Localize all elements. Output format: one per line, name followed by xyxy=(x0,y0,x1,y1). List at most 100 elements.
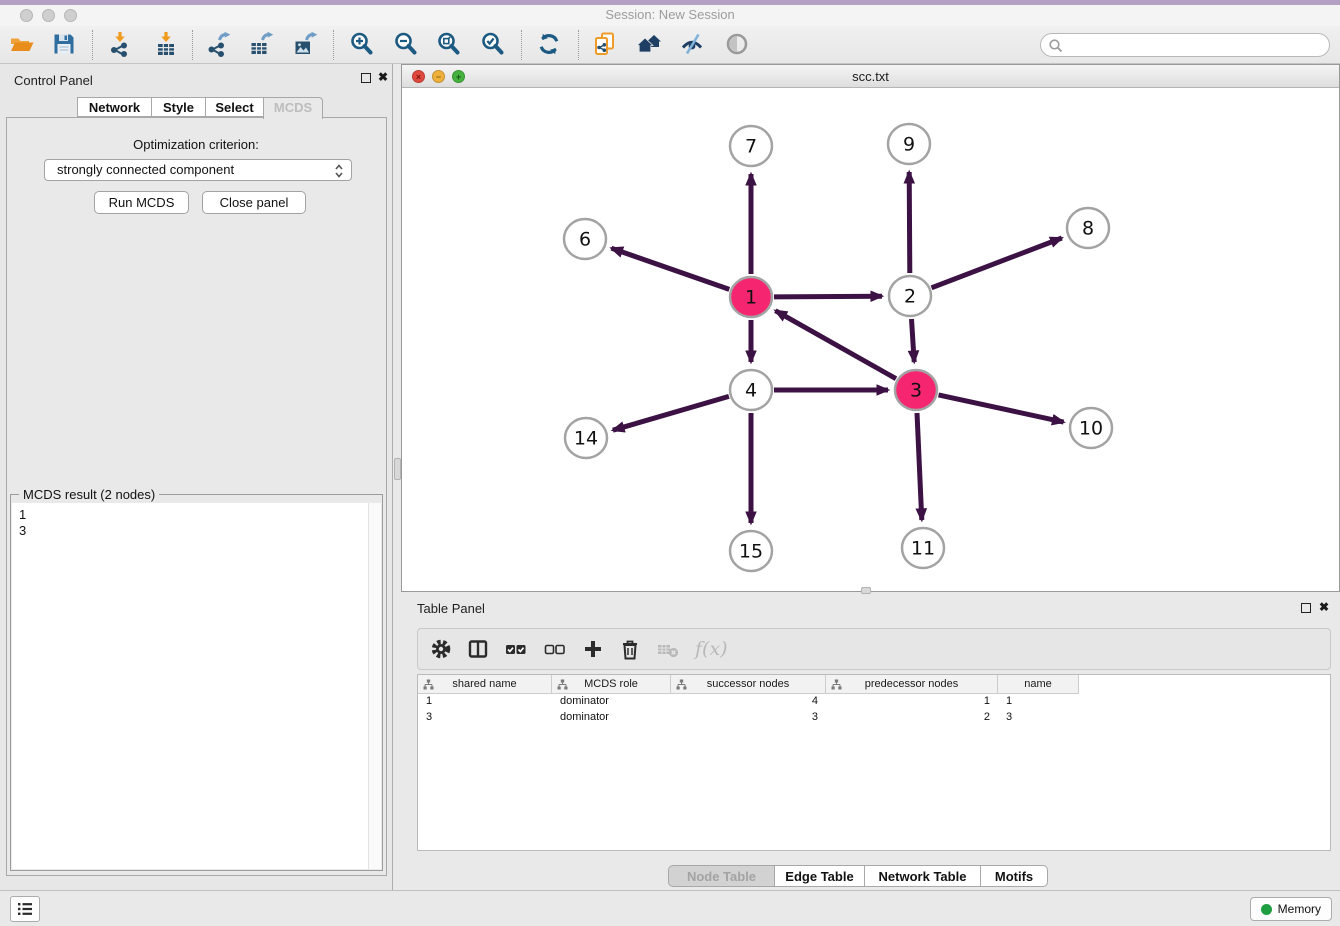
graphics-details-button[interactable] xyxy=(679,31,705,57)
table-toolbar: f(x) xyxy=(417,628,1331,670)
main-toolbar xyxy=(0,26,1340,64)
birdseye-icon xyxy=(724,31,750,57)
network-canvas[interactable]: 7 9 6 8 1 2 4 3 14 10 15 11 xyxy=(402,88,1339,591)
graph-edge-1-6[interactable] xyxy=(611,248,729,289)
tab-select[interactable]: Select xyxy=(205,97,263,117)
column-header-predecessor-nodes[interactable]: predecessor nodes xyxy=(826,675,998,694)
graph-node-2[interactable]: 2 xyxy=(889,276,931,316)
graph-node-15[interactable]: 15 xyxy=(730,531,772,571)
float-panel-icon[interactable] xyxy=(361,73,371,83)
graph-node-3[interactable]: 3 xyxy=(895,370,937,410)
graph-node-6[interactable]: 6 xyxy=(564,219,606,259)
zoom-in-button[interactable] xyxy=(349,31,375,57)
delete-trash-icon[interactable] xyxy=(619,638,641,660)
zoom-fit-button[interactable] xyxy=(436,31,462,57)
search-input[interactable] xyxy=(1067,36,1321,56)
svg-text:9: 9 xyxy=(903,134,915,156)
memory-button[interactable]: Memory xyxy=(1250,897,1332,921)
settings-gear-icon[interactable] xyxy=(430,638,452,660)
graph-node-8[interactable]: 8 xyxy=(1067,208,1109,248)
refresh-icon xyxy=(536,31,562,57)
graph-edge-3-10[interactable] xyxy=(939,395,1064,422)
result-item: 1 xyxy=(19,507,26,523)
export-network-icon xyxy=(205,31,231,57)
graph-node-11[interactable]: 11 xyxy=(902,528,944,568)
import-table-button[interactable] xyxy=(153,31,179,57)
save-session-button[interactable] xyxy=(51,31,77,57)
export-image-button[interactable] xyxy=(292,31,318,57)
zoom-out-button[interactable] xyxy=(393,31,419,57)
float-panel-icon[interactable] xyxy=(1301,603,1311,613)
horizontal-splitter-handle[interactable] xyxy=(861,587,871,594)
graph-edge-2-3[interactable] xyxy=(912,319,915,362)
home-button[interactable] xyxy=(636,31,662,57)
close-panel-button[interactable]: Close panel xyxy=(202,191,306,214)
network-view-window: × − + scc.txt 7 9 6 8 1 2 4 3 14 10 15 11 xyxy=(401,64,1340,592)
control-panel: Control Panel ✖ Network Style Select MCD… xyxy=(0,64,393,890)
graph-node-1[interactable]: 1 xyxy=(730,277,772,317)
memory-label: Memory xyxy=(1278,902,1321,916)
tab-network-table[interactable]: Network Table xyxy=(864,865,980,887)
refresh-layout-button[interactable] xyxy=(536,31,562,57)
table-row[interactable]: 3 dominator 3 2 3 xyxy=(418,710,1330,726)
clone-network-button[interactable] xyxy=(592,31,618,57)
tab-style[interactable]: Style xyxy=(151,97,205,117)
graph-node-7[interactable]: 7 xyxy=(730,126,772,166)
column-header-shared-name[interactable]: shared name xyxy=(418,675,552,694)
export-network-button[interactable] xyxy=(205,31,231,57)
result-scrollbar[interactable] xyxy=(368,503,381,869)
close-panel-icon[interactable]: ✖ xyxy=(1319,600,1329,614)
task-history-button[interactable] xyxy=(10,896,40,922)
deselect-all-icon[interactable] xyxy=(543,638,567,660)
task-list-icon xyxy=(11,897,39,921)
toolbar-separator xyxy=(92,30,93,60)
mcds-result-list[interactable]: 1 3 xyxy=(12,503,381,869)
delete-table-icon-disabled xyxy=(656,638,680,660)
svg-text:7: 7 xyxy=(745,136,757,158)
graph-edge-2-9[interactable] xyxy=(909,172,910,273)
result-item: 3 xyxy=(19,523,26,539)
hierarchy-icon xyxy=(423,679,434,690)
graph-edge-4-14[interactable] xyxy=(613,396,729,430)
graph-node-9[interactable]: 9 xyxy=(888,124,930,164)
column-header-successor-nodes[interactable]: successor nodes xyxy=(671,675,826,694)
import-network-button[interactable] xyxy=(107,31,133,57)
add-icon[interactable] xyxy=(582,638,604,660)
tab-network[interactable]: Network xyxy=(77,97,151,117)
open-folder-icon xyxy=(9,31,35,57)
graph-node-10[interactable]: 10 xyxy=(1070,408,1112,448)
search-field[interactable] xyxy=(1040,33,1330,57)
open-session-button[interactable] xyxy=(9,31,35,57)
table-panel-tabs: Node Table Edge Table Network Table Moti… xyxy=(668,865,1048,887)
tab-mcds[interactable]: MCDS xyxy=(263,97,323,119)
svg-text:10: 10 xyxy=(1079,418,1103,440)
graph-edge-1-2[interactable] xyxy=(774,296,882,297)
graph-node-14[interactable]: 14 xyxy=(565,418,607,458)
graph-edge-3-11[interactable] xyxy=(917,413,922,520)
criterion-select[interactable]: strongly connected component xyxy=(44,159,352,181)
export-table-button[interactable] xyxy=(248,31,274,57)
graph-edge-3-1[interactable] xyxy=(775,311,896,379)
column-header-mcds-role[interactable]: MCDS role xyxy=(552,675,671,694)
select-all-icon[interactable] xyxy=(504,638,528,660)
application-window: Session: New Session xyxy=(0,0,1340,926)
control-panel-title: Control Panel xyxy=(14,73,93,88)
graph-node-4[interactable]: 4 xyxy=(730,370,772,410)
vertical-splitter-handle[interactable] xyxy=(394,458,401,480)
zoom-selected-button[interactable] xyxy=(480,31,506,57)
graph-edge-2-8[interactable] xyxy=(932,238,1062,288)
eye-slash-icon xyxy=(679,31,705,57)
show-columns-icon[interactable] xyxy=(467,638,489,660)
toolbar-separator xyxy=(578,30,579,60)
column-header-name[interactable]: name xyxy=(998,675,1079,694)
tab-motifs[interactable]: Motifs xyxy=(980,865,1048,887)
run-mcds-button[interactable]: Run MCDS xyxy=(94,191,189,214)
close-panel-icon[interactable]: ✖ xyxy=(378,70,388,84)
table-panel-title: Table Panel xyxy=(417,601,485,616)
tab-edge-table[interactable]: Edge Table xyxy=(774,865,864,887)
birdseye-view-button[interactable] xyxy=(724,31,750,57)
tab-node-table[interactable]: Node Table xyxy=(668,865,774,887)
table-row[interactable]: 1 dominator 4 1 1 xyxy=(418,694,1330,710)
network-window-titlebar[interactable]: × − + scc.txt xyxy=(402,65,1339,88)
titlebar-accent xyxy=(0,0,1340,5)
